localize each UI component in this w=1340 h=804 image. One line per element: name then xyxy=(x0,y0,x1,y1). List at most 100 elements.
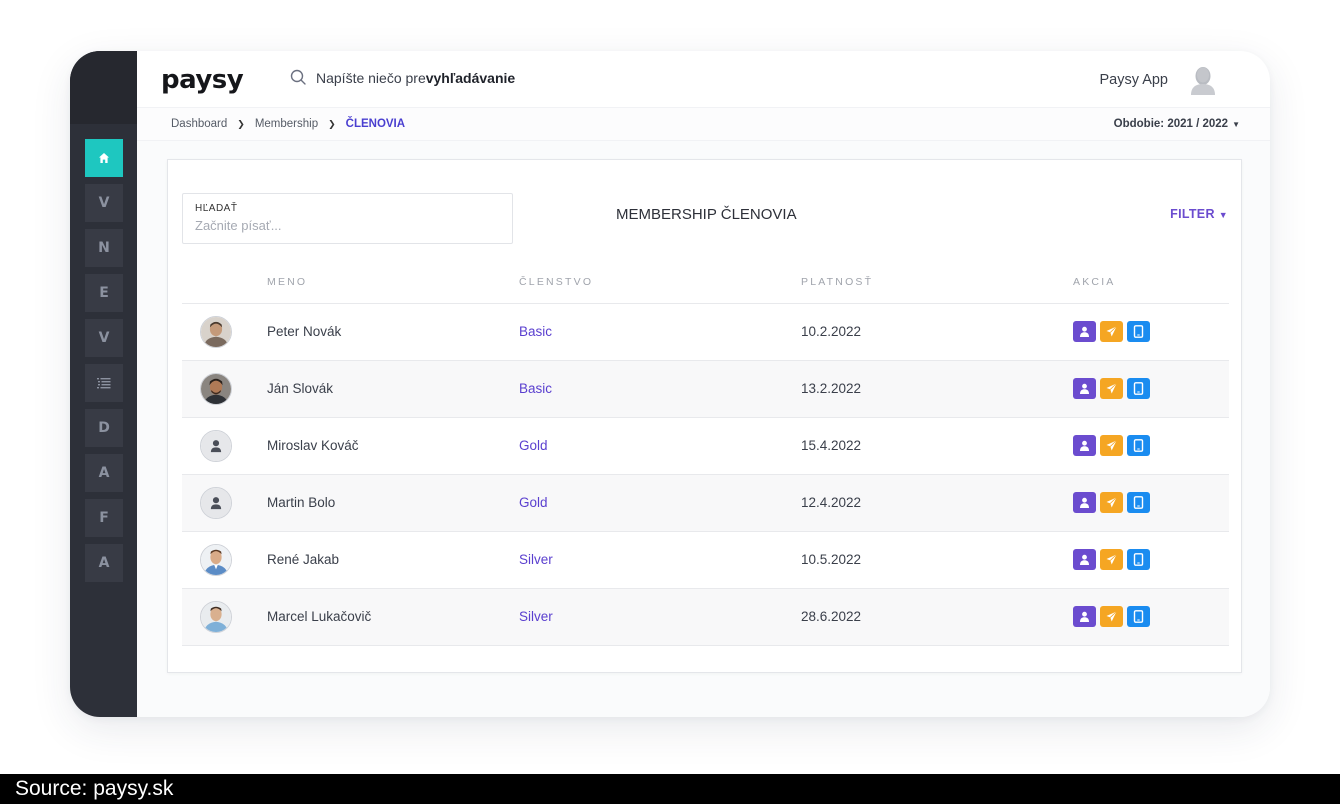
actions-cell xyxy=(1073,588,1229,646)
sidebar-item-a2[interactable]: A xyxy=(85,544,123,582)
search-prompt: Napíšte niečo pre xyxy=(316,69,426,86)
user-icon xyxy=(1080,383,1089,394)
membership-cell: Gold xyxy=(519,474,801,532)
membership-cell: Silver xyxy=(519,588,801,646)
table-row[interactable]: Peter Novák Basic 10.2.2022 xyxy=(182,303,1229,361)
actions-cell xyxy=(1073,360,1229,418)
breadcrumb-dashboard[interactable]: Dashboard xyxy=(171,118,227,130)
membership-tier[interactable]: Basic xyxy=(519,324,552,339)
user-name: Paysy App xyxy=(1099,72,1168,88)
send-action-button[interactable] xyxy=(1100,549,1123,570)
profile-action-button[interactable] xyxy=(1073,435,1096,456)
sidebar-item-a[interactable]: A xyxy=(85,454,123,492)
row-actions xyxy=(1073,378,1229,399)
paper-plane-icon xyxy=(1106,383,1117,394)
table-header-row: MENO ČLENSTVO PLATNOSŤ AKCIA xyxy=(182,262,1229,304)
table-row[interactable]: Martin Bolo Gold 12.4.2022 xyxy=(182,474,1229,532)
send-action-button[interactable] xyxy=(1100,378,1123,399)
sidebar-item-list[interactable] xyxy=(85,364,123,402)
member-search-input[interactable] xyxy=(195,218,500,233)
header-name[interactable]: MENO xyxy=(267,262,519,304)
table-row[interactable]: Marcel Lukačovič Silver 28.6.2022 xyxy=(182,588,1229,646)
profile-action-button[interactable] xyxy=(1073,492,1096,513)
send-action-button[interactable] xyxy=(1100,492,1123,513)
device-action-button[interactable] xyxy=(1127,492,1150,513)
member-name: Marcel Lukačovič xyxy=(267,588,519,646)
member-name: René Jakab xyxy=(267,531,519,589)
table-row[interactable]: Miroslav Kováč Gold 15.4.2022 xyxy=(182,417,1229,475)
home-icon xyxy=(99,153,109,163)
table-row[interactable]: René Jakab Silver 10.5.2022 xyxy=(182,531,1229,589)
membership-tier[interactable]: Gold xyxy=(519,495,548,510)
avatar xyxy=(200,600,232,633)
row-actions xyxy=(1073,435,1229,456)
send-action-button[interactable] xyxy=(1100,606,1123,627)
phone-icon xyxy=(1133,325,1144,338)
profile-action-button[interactable] xyxy=(1073,378,1096,399)
device-action-button[interactable] xyxy=(1127,549,1150,570)
phone-icon xyxy=(1133,439,1144,452)
search-prompt-emphasis: vyhľadávanie xyxy=(425,69,516,86)
membership-tier[interactable]: Silver xyxy=(519,609,553,624)
period-selector[interactable]: Obdobie: 2021 / 2022 ▼ xyxy=(1114,118,1240,130)
table-row[interactable]: Ján Slovák Basic 13.2.2022 xyxy=(182,360,1229,418)
profile-action-button[interactable] xyxy=(1073,606,1096,627)
send-action-button[interactable] xyxy=(1100,435,1123,456)
row-actions xyxy=(1073,606,1229,627)
sidebar-item-v2[interactable]: V xyxy=(85,319,123,357)
global-search[interactable]: Napíšte niečo pre vyhľadávanie xyxy=(290,69,515,86)
paper-plane-icon xyxy=(1106,611,1117,622)
user-menu[interactable]: Paysy App xyxy=(1099,65,1218,95)
membership-tier[interactable]: Silver xyxy=(519,552,553,567)
validity-date: 10.5.2022 xyxy=(801,531,1073,589)
sidebar-header xyxy=(70,51,137,124)
sidebar-item-d[interactable]: D xyxy=(85,409,123,447)
main-content: HĽADAŤ MEMBERSHIP ČLENOVIA FILTER▼ MENO … xyxy=(137,141,1270,717)
filter-button[interactable]: FILTER ▼ xyxy=(1170,207,1228,221)
profile-action-button[interactable] xyxy=(1073,321,1096,342)
membership-cell: Gold xyxy=(519,417,801,475)
header-validity[interactable]: PLATNOSŤ xyxy=(801,262,1073,304)
caret-down-icon: ▼ xyxy=(1218,210,1228,220)
paper-plane-icon xyxy=(1106,440,1117,451)
user-icon xyxy=(1080,611,1089,622)
chevron-right-icon: ❯ xyxy=(237,118,245,129)
sidebar-item-f[interactable]: F xyxy=(85,499,123,537)
app-logo[interactable]: paysy xyxy=(161,65,244,95)
device-action-button[interactable] xyxy=(1127,321,1150,342)
membership-tier[interactable]: Basic xyxy=(519,381,552,396)
validity-date: 28.6.2022 xyxy=(801,588,1073,646)
user-icon xyxy=(1080,554,1089,565)
header-membership[interactable]: ČLENSTVO xyxy=(519,262,801,304)
member-search: HĽADAŤ xyxy=(182,193,513,244)
user-icon xyxy=(1080,326,1089,337)
header-actions: AKCIA xyxy=(1073,262,1229,304)
membership-cell: Basic xyxy=(519,360,801,418)
sidebar-item-n[interactable]: N xyxy=(85,229,123,267)
sidebar-item-v[interactable]: V xyxy=(85,184,123,222)
header-avatar xyxy=(182,262,267,304)
breadcrumb-membership[interactable]: Membership xyxy=(255,118,318,130)
paper-plane-icon xyxy=(1106,554,1117,565)
send-action-button[interactable] xyxy=(1100,321,1123,342)
user-icon xyxy=(1080,440,1089,451)
sidebar-item-e[interactable]: E xyxy=(85,274,123,312)
chevron-right-icon: ❯ xyxy=(328,118,336,129)
user-avatar-icon xyxy=(1191,67,1215,95)
phone-icon xyxy=(1133,496,1144,509)
member-name: Ján Slovák xyxy=(267,360,519,418)
device-action-button[interactable] xyxy=(1127,378,1150,399)
actions-cell xyxy=(1073,531,1229,589)
device-action-button[interactable] xyxy=(1127,435,1150,456)
avatar xyxy=(200,372,232,405)
phone-icon xyxy=(1133,610,1144,623)
sidebar: V N E V D A F A xyxy=(70,51,137,717)
profile-action-button[interactable] xyxy=(1073,549,1096,570)
membership-tier[interactable]: Gold xyxy=(519,438,548,453)
avatar-cell xyxy=(182,588,267,646)
row-actions xyxy=(1073,321,1229,342)
device-action-button[interactable] xyxy=(1127,606,1150,627)
sidebar-item-home[interactable] xyxy=(85,139,123,177)
list-icon xyxy=(97,378,111,389)
validity-date: 13.2.2022 xyxy=(801,360,1073,418)
